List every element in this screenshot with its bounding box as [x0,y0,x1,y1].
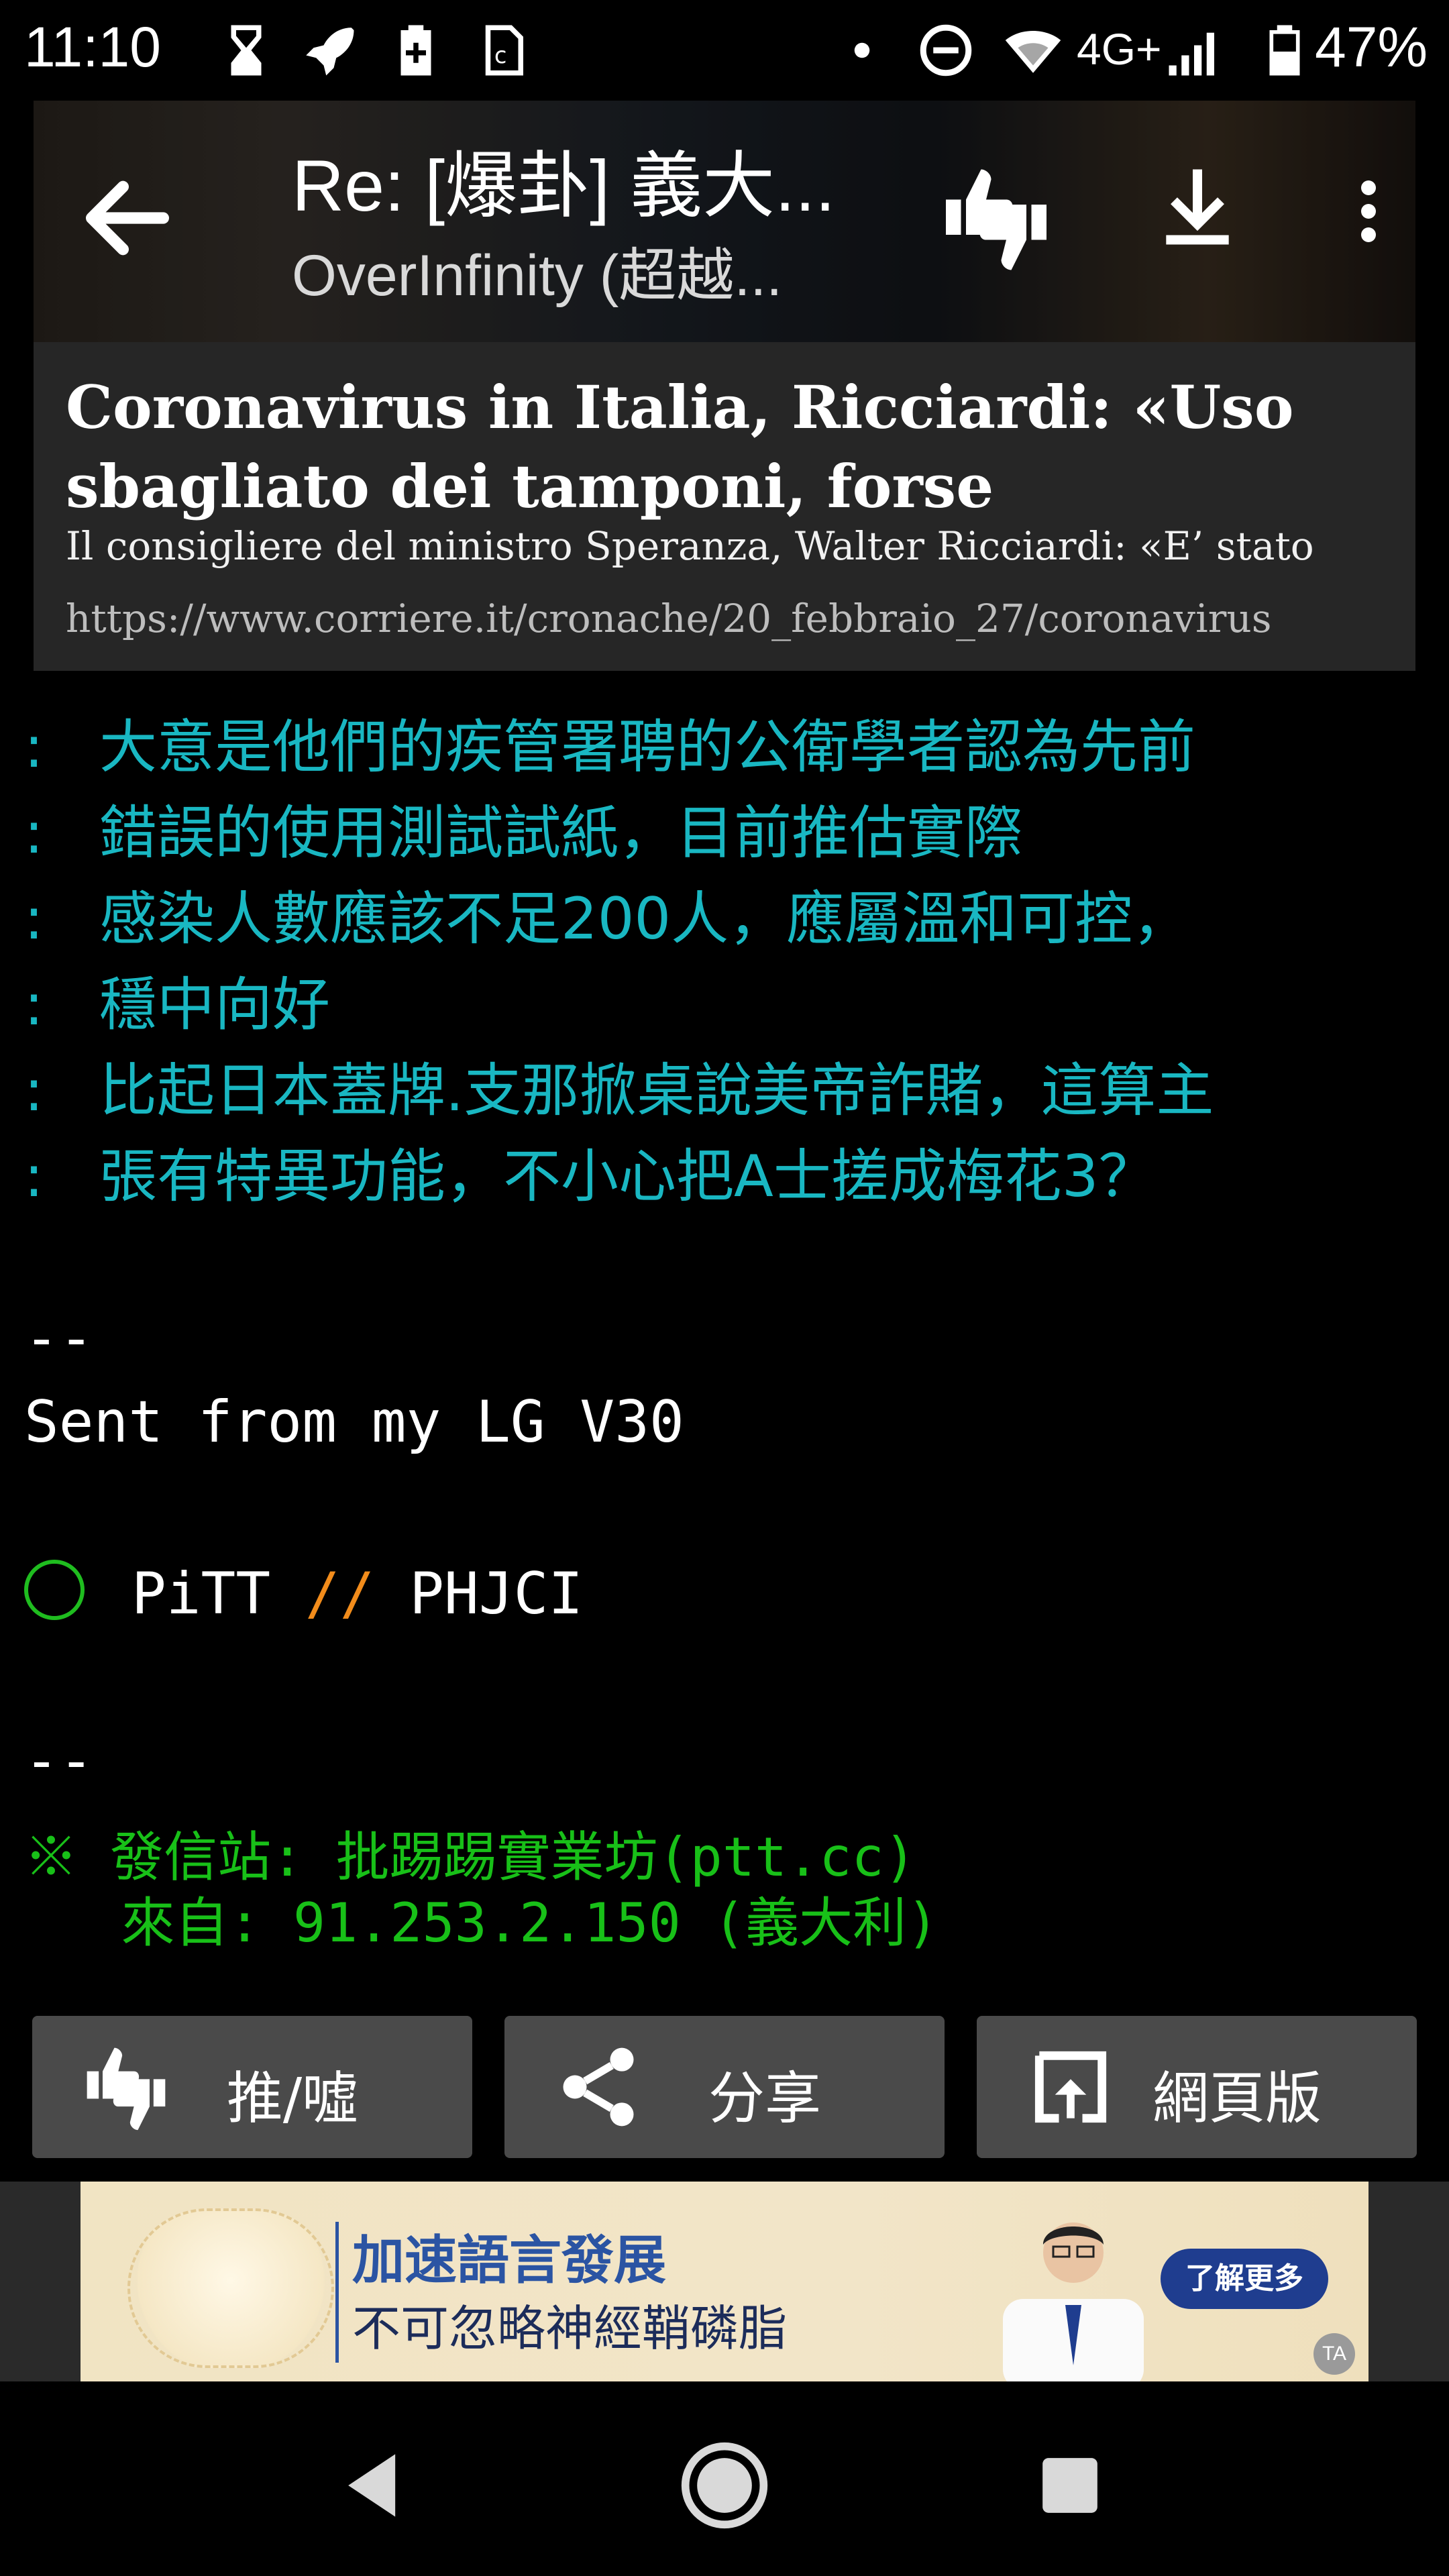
doctor-illustration [1003,2222,1144,2381]
brain-illustration [127,2208,334,2368]
rocket-icon [306,28,354,76]
ad-divider [335,2222,339,2363]
quote-line: : 穩中向好 [24,971,330,1038]
nav-back-icon[interactable] [329,2438,423,2532]
link-preview-card[interactable]: Coronavirus in Italia, Ricciardi: «Uso s… [34,342,1415,671]
network-type: 4G+ [1077,24,1162,74]
quoted-text: : 大意是他們的疾管署聘的公衛學者認為先前 : 錯誤的使用測試試紙，目前推估實際 :… [24,704,1433,1220]
sent-from-text: Sent from my LG V30 [24,1389,684,1456]
quote-line: : 感染人數應該不足200人，應屬溫和可控， [24,885,1191,953]
quote-line: : 比起日本蓋牌.支那掀桌說美帝詐賭，這算主 [24,1057,1214,1124]
svg-text:c: c [494,42,507,68]
article-title: Re: [爆卦] 義大... [292,145,836,226]
share-label: 分享 [708,2065,821,2131]
ad-badge[interactable]: TA [1313,2333,1355,2375]
battery-percent: 47% [1315,15,1428,78]
back-arrow-icon[interactable] [74,164,181,272]
do-not-disturb-icon [920,24,972,76]
web-version-label: 網頁版 [1152,2065,1322,2131]
app-header: Re: [爆卦] 義大... OverInfinity (超越... [34,101,1415,342]
nav-home-icon[interactable] [678,2438,771,2532]
status-bar: 11:10 c 4G+ 47% [0,0,1449,101]
pitt-signature: PiTT // PHJCI [24,1560,583,1627]
navigation-bar [0,2381,1449,2576]
board-subtitle: OverInfinity (超越... [292,244,783,308]
more-vert-icon[interactable] [1328,164,1409,258]
signature-separator: -- [24,1305,94,1372]
link-preview-url: https://www.corriere.it/cronache/20_febb… [66,596,1272,641]
battery-plus-icon [400,25,431,76]
ad-headline: 加速語言發展 [352,2231,667,2291]
web-version-button[interactable]: 網頁版 [977,2016,1417,2158]
ad-banner[interactable]: 加速語言發展 不可忽略神經鞘磷脂 了解更多 TA [80,2182,1368,2381]
circle-icon [24,1560,85,1620]
quote-line: : 大意是他們的疾管署聘的公衛學者認為先前 [24,714,1195,781]
signal-icon [1169,32,1214,76]
quote-line: : 張有特異功能，不小心把A士搓成梅花3？ [24,1143,1157,1210]
download-icon[interactable] [1150,158,1244,252]
ad-subheadline: 不可忽略神經鞘磷脂 [352,2300,788,2357]
nav-recents-icon[interactable] [1023,2438,1117,2532]
push-boo-button[interactable]: 推/噓 [32,2016,472,2158]
hourglass-icon [231,25,262,76]
link-preview-title: Coronavirus in Italia, Ricciardi: «Uso s… [66,372,1294,521]
sim-card-icon: c [485,25,523,76]
status-time: 11:10 [24,15,161,78]
post-origin-info: ※ 發信站: 批踢踢實業坊(ptt.cc) 來自: 91.253.2.150 (… [24,1825,938,1956]
battery-icon [1269,25,1300,76]
origin-ip: 來自: 91.253.2.150 (義大利) [24,1892,939,1954]
quote-line: : 錯誤的使用測試試紙，目前推估實際 [24,800,1022,867]
link-preview-description: Il consigliere del ministro Speranza, Wa… [66,523,1314,569]
footer-separator: -- [24,1727,94,1794]
push-boo-label: 推/噓 [226,2065,359,2131]
origin-site: ※ 發信站: 批踢踢實業坊(ptt.cc) [24,1826,916,1888]
wifi-icon [1005,30,1061,73]
share-button[interactable]: 分享 [504,2016,945,2158]
dot-icon [854,42,870,58]
ad-learn-more-button[interactable]: 了解更多 [1161,2249,1328,2309]
push-boo-icon[interactable] [936,154,1057,275]
